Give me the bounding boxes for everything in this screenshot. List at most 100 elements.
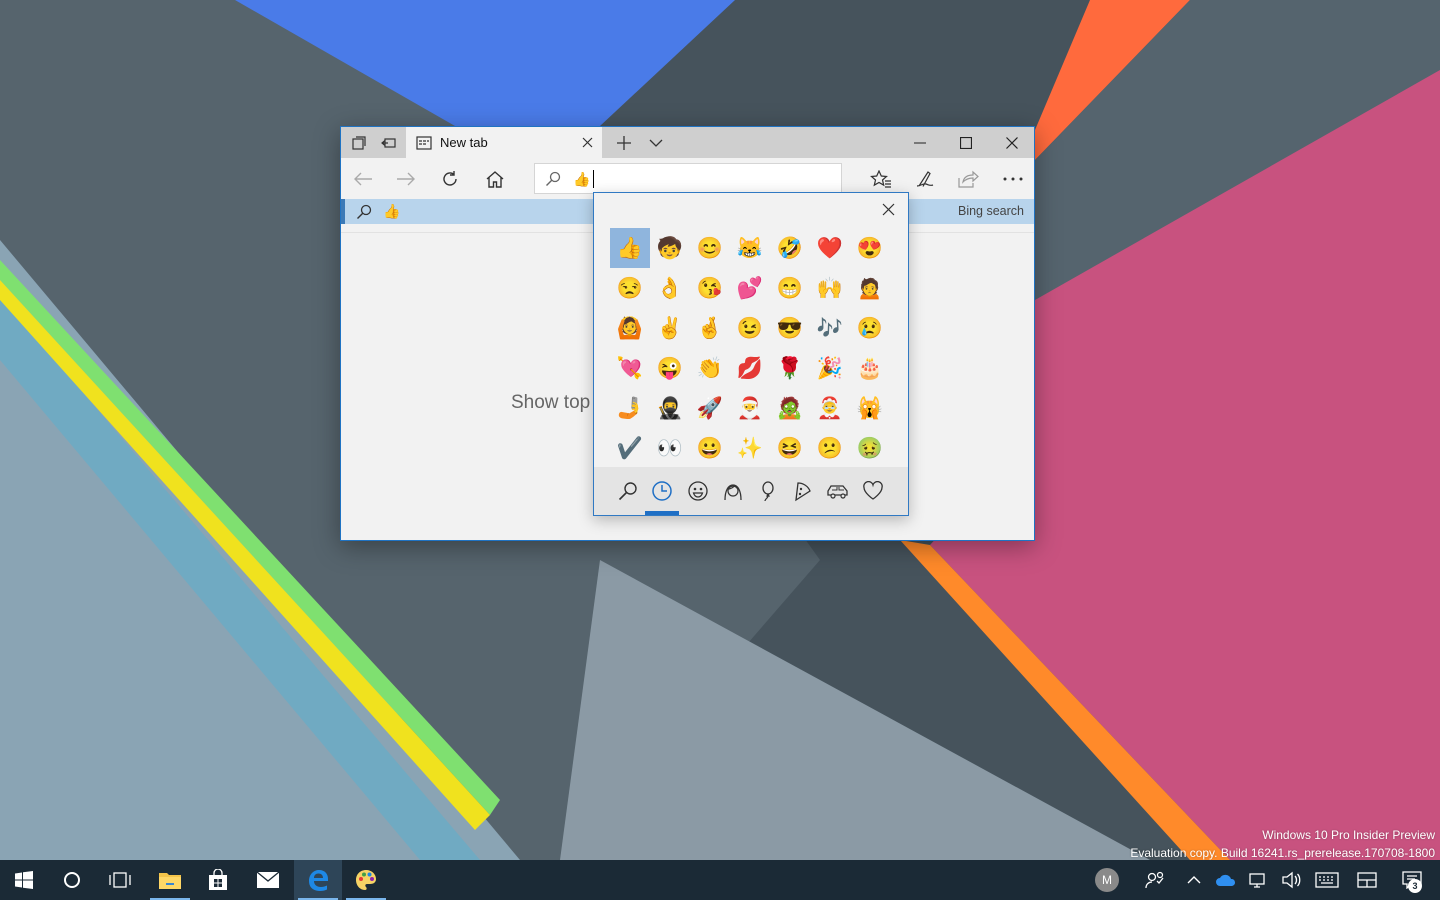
balloon-icon [762,481,774,502]
tab-search[interactable] [613,476,643,506]
emoji-cell[interactable]: 😁 [770,268,810,308]
mail-button[interactable] [244,860,292,900]
tab-preview-button[interactable] [641,127,671,158]
refresh-button[interactable] [433,163,467,195]
minimize-icon [914,142,926,143]
suggestion-source-label: Bing search [957,204,1024,218]
emoji-cell[interactable]: ✌️ [650,308,690,348]
emoji-cell[interactable]: 😹 [730,228,770,268]
tab-symbols[interactable] [858,476,888,506]
favorites-button[interactable] [864,163,898,195]
emoji-cell[interactable]: 😕 [810,428,850,468]
chevron-up-icon [1187,876,1201,884]
search-icon [618,482,637,501]
edge-button[interactable] [294,860,342,900]
close-window-button[interactable] [989,127,1035,158]
forward-button[interactable] [389,163,423,195]
person-icon [724,484,742,501]
emoji-cell[interactable]: 🙌 [810,268,850,308]
set-aside-tabs-button[interactable] [375,127,403,158]
emoji-cell[interactable]: 🎶 [810,308,850,348]
emoji-cell[interactable]: 💘 [610,348,650,388]
action-center-button[interactable]: 3 [1392,860,1432,900]
show-hidden-icons-button[interactable] [1180,860,1208,900]
tab-recently-used[interactable] [647,476,677,506]
emoji-cell[interactable]: 💋 [730,348,770,388]
emoji-cell[interactable]: 🧒 [650,228,690,268]
emoji-cell[interactable]: 🤣 [770,228,810,268]
file-explorer-button[interactable] [146,860,194,900]
emoji-cell[interactable]: ❤️ [810,228,850,268]
people-icon [1145,871,1164,889]
store-button[interactable] [194,860,242,900]
emoji-cell[interactable]: 😎 [770,308,810,348]
paint-3d-button[interactable] [342,860,390,900]
web-note-button[interactable] [908,163,942,195]
emoji-cell[interactable]: 😍 [850,228,890,268]
more-dots-icon [1003,177,1023,181]
home-button[interactable] [478,163,512,195]
minimize-button[interactable] [897,127,943,158]
page-icon [416,135,432,150]
tab-close-button[interactable] [578,133,596,151]
volume-button[interactable] [1276,860,1306,900]
emoji-cell[interactable]: 😊 [690,228,730,268]
emoji-cell[interactable]: 🤳 [610,388,650,428]
emoji-cell[interactable]: 🤢 [850,428,890,468]
emoji-cell[interactable]: 🥷 [650,388,690,428]
share-button[interactable] [951,163,985,195]
emoji-cell[interactable]: 👏 [690,348,730,388]
input-indicator-button[interactable] [1350,860,1384,900]
emoji-cell-selected[interactable]: 👍 [610,228,650,268]
people-button[interactable] [1140,860,1170,900]
emoji-cell[interactable]: 🎅 [730,388,770,428]
people-avatar-button[interactable]: M [1090,860,1124,900]
emoji-cell[interactable]: 🙍 [850,268,890,308]
emoji-cell[interactable]: 😢 [850,308,890,348]
network-button[interactable] [1244,860,1272,900]
tab-people[interactable] [718,476,748,506]
chevron-down-icon [649,139,663,147]
back-button[interactable] [346,163,380,195]
emoji-cell[interactable]: ✔️ [610,428,650,468]
maximize-button[interactable] [943,127,989,158]
emoji-cell[interactable]: 👌 [650,268,690,308]
heart-icon [863,481,883,500]
input-mode-icon [1357,872,1377,888]
emoji-cell[interactable]: 🧟 [770,388,810,428]
emoji-cell[interactable]: 😒 [610,268,650,308]
emoji-cell[interactable]: 🎂 [850,348,890,388]
address-bar[interactable]: 👍 [534,163,842,194]
emoji-cell[interactable]: 🎉 [810,348,850,388]
tab-new-tab[interactable]: New tab [406,127,602,158]
emoji-cell[interactable]: 😀 [690,428,730,468]
tab-celebration[interactable] [753,476,783,506]
more-button[interactable] [996,163,1030,195]
tab-food[interactable] [788,476,818,506]
emoji-cell[interactable]: 💕 [730,268,770,308]
emoji-cell[interactable]: 🤶 [810,388,850,428]
emoji-cell[interactable]: 😜 [650,348,690,388]
touch-keyboard-button[interactable] [1310,860,1344,900]
emoji-cell[interactable]: 🌹 [770,348,810,388]
tab-smileys[interactable] [683,476,713,506]
start-button[interactable] [0,860,48,900]
emoji-cell[interactable]: 🙀 [850,388,890,428]
emoji-panel-close-button[interactable] [878,199,898,219]
onedrive-button[interactable] [1212,860,1240,900]
favorites-star-icon [870,170,891,188]
emoji-cell[interactable]: 👀 [650,428,690,468]
tabs-aside-button[interactable] [345,127,373,158]
address-input-value: 👍 [573,171,591,187]
emoji-cell[interactable]: 🙆 [610,308,650,348]
emoji-cell[interactable]: 😘 [690,268,730,308]
new-tab-button[interactable] [609,127,639,158]
cortana-button[interactable] [48,860,96,900]
tab-transportation[interactable] [823,476,853,506]
emoji-cell[interactable]: 🚀 [690,388,730,428]
emoji-cell[interactable]: 😆 [770,428,810,468]
emoji-cell[interactable]: ✨ [730,428,770,468]
emoji-cell[interactable]: 🤞 [690,308,730,348]
task-view-button[interactable] [96,860,144,900]
emoji-cell[interactable]: 😉 [730,308,770,348]
